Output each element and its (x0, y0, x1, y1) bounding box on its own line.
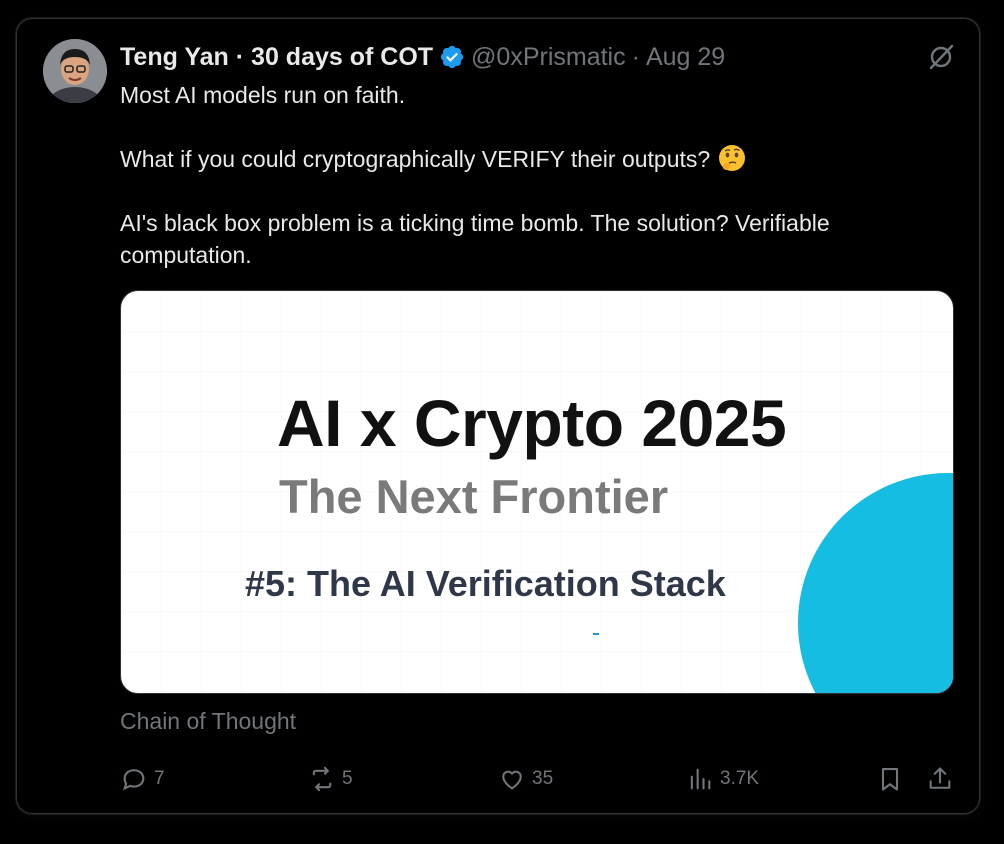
tweet-line-text: What if you could cryptographically VERI… (120, 146, 711, 172)
tweet-card[interactable]: Teng Yan · 30 days of COT @0xPrismatic ·… (16, 18, 980, 814)
like-button[interactable]: 35 (498, 763, 553, 795)
tweet-text: Most AI models run on faith. What if you… (120, 79, 920, 271)
author-handle[interactable]: @0xPrismatic (471, 43, 626, 72)
like-icon (502, 770, 522, 790)
reply-icon (122, 769, 145, 791)
share-button[interactable] (926, 763, 954, 795)
avatar[interactable] (43, 39, 107, 103)
display-name[interactable]: Teng Yan · 30 days of COT (120, 43, 433, 72)
verified-badge-icon[interactable] (439, 44, 465, 70)
image-title: AI x Crypto 2025 (277, 386, 787, 460)
reply-button[interactable]: 7 (120, 763, 165, 795)
repost-icon (312, 766, 332, 792)
repost-count: 5 (342, 768, 353, 789)
bookmark-icon (881, 768, 899, 791)
tweet-image[interactable]: AI x Crypto 2025 The Next Frontier #5: T… (120, 290, 954, 694)
views-count: 3.7K (720, 768, 760, 789)
thinking-face-icon (717, 143, 747, 173)
tweet-header: Teng Yan · 30 days of COT @0xPrismatic ·… (120, 41, 725, 73)
action-bar: 7 5 35 3.7K (120, 763, 956, 795)
source-label[interactable]: Chain of Thought (120, 708, 296, 735)
tweet-line: AI's black box problem is a ticking time… (120, 210, 830, 268)
bookmark-button[interactable] (876, 763, 904, 795)
image-decoration (593, 633, 599, 635)
tweet-line: What if you could cryptographically VERI… (120, 143, 920, 175)
separator-dot: · (631, 42, 640, 71)
repost-button[interactable]: 5 (308, 763, 353, 795)
post-date[interactable]: Aug 29 (646, 43, 725, 72)
views-button[interactable]: 3.7K (686, 763, 759, 795)
views-icon (690, 768, 711, 790)
share-icon (929, 767, 951, 789)
like-count: 35 (532, 768, 554, 789)
image-subtitle: The Next Frontier (279, 470, 669, 523)
screen: Teng Yan · 30 days of COT @0xPrismatic ·… (0, 0, 1004, 844)
grok-icon[interactable] (925, 41, 957, 73)
reply-count: 7 (154, 768, 165, 789)
image-caption: #5: The AI Verification Stack (245, 563, 726, 604)
tweet-line: Most AI models run on faith. (120, 82, 406, 108)
